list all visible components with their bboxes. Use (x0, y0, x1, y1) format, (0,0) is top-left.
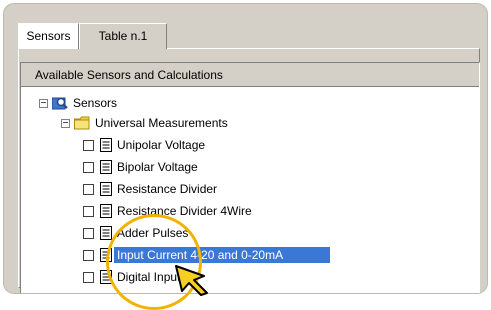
tree-item-label: Bipolar Voltage (117, 160, 198, 174)
collapse-icon[interactable]: − (61, 118, 70, 128)
document-icon (100, 160, 112, 174)
tree-item-input-current[interactable]: Input Current 4-20 and 0-20mA (83, 245, 330, 265)
checkbox[interactable] (83, 271, 94, 283)
tree-item-resistance-divider[interactable]: Resistance Divider (83, 179, 220, 199)
document-icon (100, 248, 112, 262)
tab-sensors[interactable]: Sensors (18, 23, 79, 49)
tree-item-label: Adder Pulses (117, 226, 189, 240)
tree-item-label: Input Current 4-20 and 0-20mA (114, 247, 330, 263)
tree-root-sensors[interactable]: − Sensors (39, 93, 120, 113)
group-title: Available Sensors and Calculations (21, 63, 479, 87)
tree-item-label: Unipolar Voltage (117, 138, 206, 152)
tree-item-label: Digital Input (117, 270, 181, 284)
tree-item-resistance-divider-4wire[interactable]: Resistance Divider 4Wire (83, 201, 255, 221)
sensors-dialog: Sensors Table n.1 Available Sensors and … (4, 4, 487, 293)
document-icon (100, 270, 112, 284)
checkbox[interactable] (83, 139, 94, 151)
tree-item-label: Resistance Divider 4Wire (117, 204, 252, 218)
checkbox[interactable] (83, 227, 94, 239)
document-icon (100, 138, 112, 152)
tree-item-digital-input[interactable]: Digital Input (83, 267, 183, 287)
tree-item-label: Resistance Divider (117, 182, 218, 196)
tree-root-label: Sensors (73, 96, 118, 110)
checkbox[interactable] (83, 183, 94, 195)
tree-item-adder-pulses[interactable]: Adder Pulses (83, 223, 191, 243)
available-sensors-group: Available Sensors and Calculations − Sen… (20, 62, 480, 293)
checkbox[interactable] (83, 249, 94, 261)
tree-folder-universal-measurements[interactable]: − Universal Measurements (61, 113, 231, 133)
tree-folder-label: Universal Measurements (95, 116, 228, 130)
folder-icon (74, 116, 90, 130)
collapse-icon[interactable]: − (39, 98, 48, 108)
document-icon (100, 204, 112, 218)
tree-item-bipolar-voltage[interactable]: Bipolar Voltage (83, 157, 201, 177)
document-icon (100, 226, 112, 240)
document-icon (100, 182, 112, 196)
tab-table-n1[interactable]: Table n.1 (79, 23, 167, 49)
checkbox[interactable] (83, 205, 94, 217)
tree-item-unipolar-voltage[interactable]: Unipolar Voltage (83, 135, 208, 155)
search-icon (52, 96, 68, 110)
checkbox[interactable] (83, 161, 94, 173)
